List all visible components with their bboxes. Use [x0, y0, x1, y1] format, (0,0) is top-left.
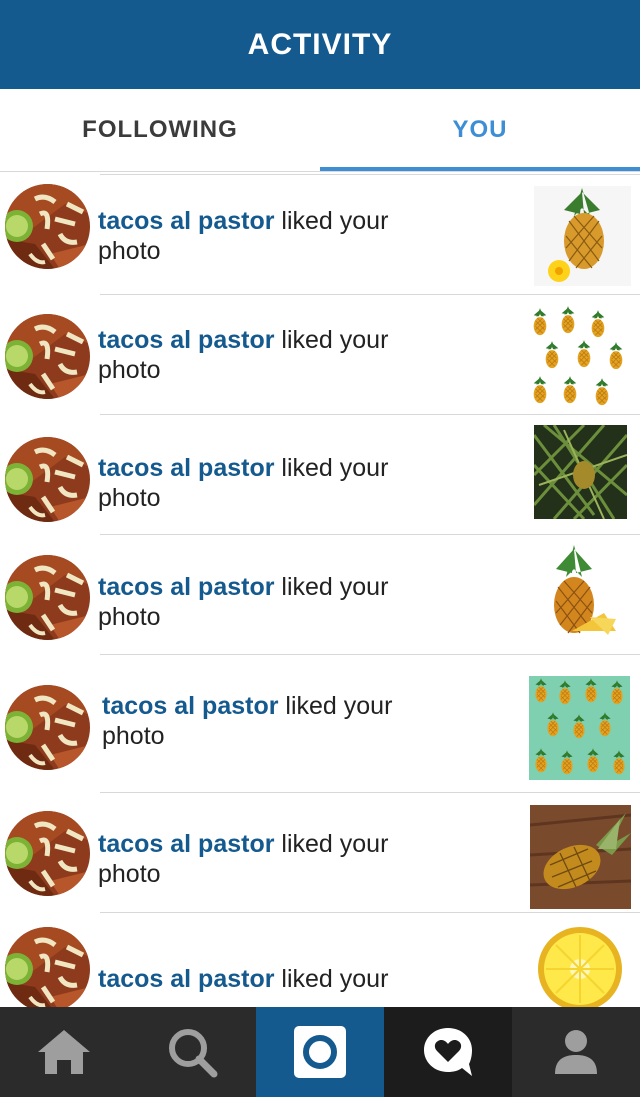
search-tab[interactable] [128, 1007, 256, 1097]
username-link[interactable]: tacos al pastor [98, 326, 274, 354]
username-link[interactable]: tacos al pastor [98, 454, 274, 482]
activity-feed[interactable]: tacos al pastor liked your photo tacos al… [0, 172, 640, 1007]
page-title: ACTIVITY [247, 27, 393, 61]
profile-icon [555, 1030, 597, 1074]
list-item[interactable]: tacos al pastor liked your [0, 913, 640, 1007]
activity-text: tacos al pastor liked your photo [102, 692, 393, 750]
home-icon [38, 1030, 90, 1074]
photo-thumbnail[interactable] [534, 425, 627, 519]
avatar[interactable] [5, 184, 90, 269]
list-item[interactable]: tacos al pastor liked your photo [0, 655, 640, 792]
list-item[interactable]: tacos al pastor liked your photo [0, 295, 640, 414]
avatar[interactable] [5, 927, 90, 1007]
list-item[interactable]: tacos al pastor liked your photo [0, 415, 640, 534]
photo-thumbnail[interactable] [534, 186, 631, 286]
photo-thumbnail[interactable] [530, 805, 631, 909]
list-item[interactable]: tacos al pastor liked your photo [0, 793, 640, 912]
photo-thumbnail[interactable] [544, 543, 620, 643]
activity-text: tacos al pastor liked your photo [98, 207, 389, 265]
activity-text: tacos al pastor liked your [98, 965, 389, 993]
photo-thumbnail[interactable] [529, 676, 630, 780]
active-tab-indicator [320, 167, 640, 171]
bottom-tab-bar [0, 1007, 640, 1097]
avatar[interactable] [5, 685, 90, 770]
username-link[interactable]: tacos al pastor [98, 965, 274, 993]
app-header: ACTIVITY [0, 0, 640, 89]
avatar[interactable] [5, 811, 90, 896]
username-link[interactable]: tacos al pastor [102, 692, 278, 720]
home-tab[interactable] [0, 1007, 128, 1097]
activity-text: tacos al pastor liked your photo [98, 830, 389, 888]
avatar[interactable] [5, 437, 90, 522]
tab-following[interactable]: FOLLOWING [0, 89, 320, 171]
profile-tab[interactable] [512, 1007, 640, 1097]
camera-icon [294, 1026, 346, 1078]
search-icon [169, 1029, 218, 1078]
activity-tabs: FOLLOWING YOU [0, 89, 640, 172]
photo-thumbnail[interactable] [530, 927, 630, 1007]
list-item[interactable]: tacos al pastor liked your photo [0, 535, 640, 654]
photo-thumbnail[interactable] [529, 306, 628, 409]
username-link[interactable]: tacos al pastor [98, 830, 274, 858]
activity-text: tacos al pastor liked your photo [98, 573, 389, 631]
activity-heart-icon [424, 1028, 472, 1076]
camera-tab[interactable] [256, 1007, 384, 1097]
username-link[interactable]: tacos al pastor [98, 207, 274, 235]
avatar[interactable] [5, 314, 90, 399]
tab-you-label: YOU [452, 116, 508, 143]
list-item[interactable]: tacos al pastor liked your photo [0, 172, 640, 294]
avatar[interactable] [5, 555, 90, 640]
activity-text: tacos al pastor liked your photo [98, 326, 389, 384]
activity-text: tacos al pastor liked your photo [98, 454, 389, 512]
tab-you[interactable]: YOU [320, 89, 640, 171]
activity-tab[interactable] [384, 1007, 512, 1097]
username-link[interactable]: tacos al pastor [98, 573, 274, 601]
